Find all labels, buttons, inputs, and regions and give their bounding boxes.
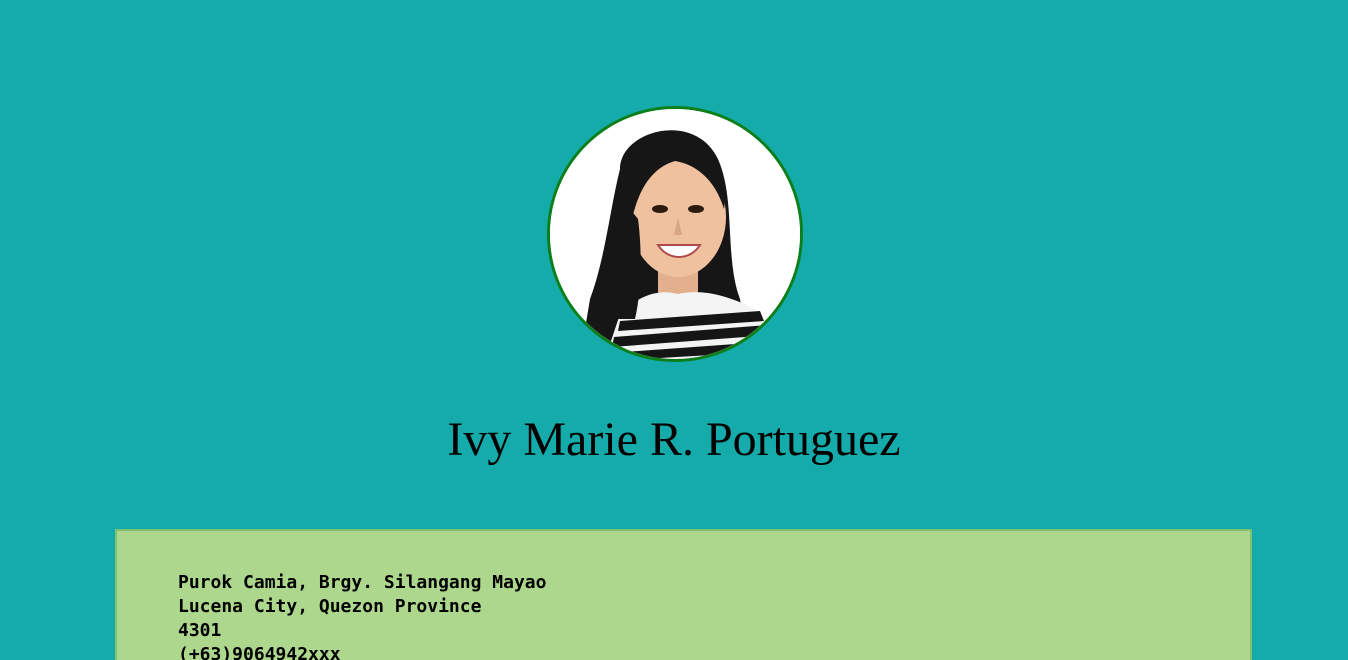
postal-code: 4301 bbox=[178, 620, 222, 641]
profile-photo bbox=[547, 106, 803, 362]
profile-photo-illustration bbox=[550, 109, 800, 359]
phone-number: (+63)9064942xxx bbox=[178, 644, 341, 660]
contact-info-box: Purok Camia, Brgy. Silangang Mayao Lucen… bbox=[115, 529, 1252, 660]
contact-address-block: Purok Camia, Brgy. Silangang Mayao Lucen… bbox=[178, 571, 546, 660]
person-name: Ivy Marie R. Portuguez bbox=[447, 413, 901, 466]
resume-page: Ivy Marie R. Portuguez Purok Camia, Brgy… bbox=[0, 0, 1348, 660]
address-line-2: Lucena City, Quezon Province bbox=[178, 596, 482, 617]
address-line-1: Purok Camia, Brgy. Silangang Mayao bbox=[178, 572, 547, 593]
